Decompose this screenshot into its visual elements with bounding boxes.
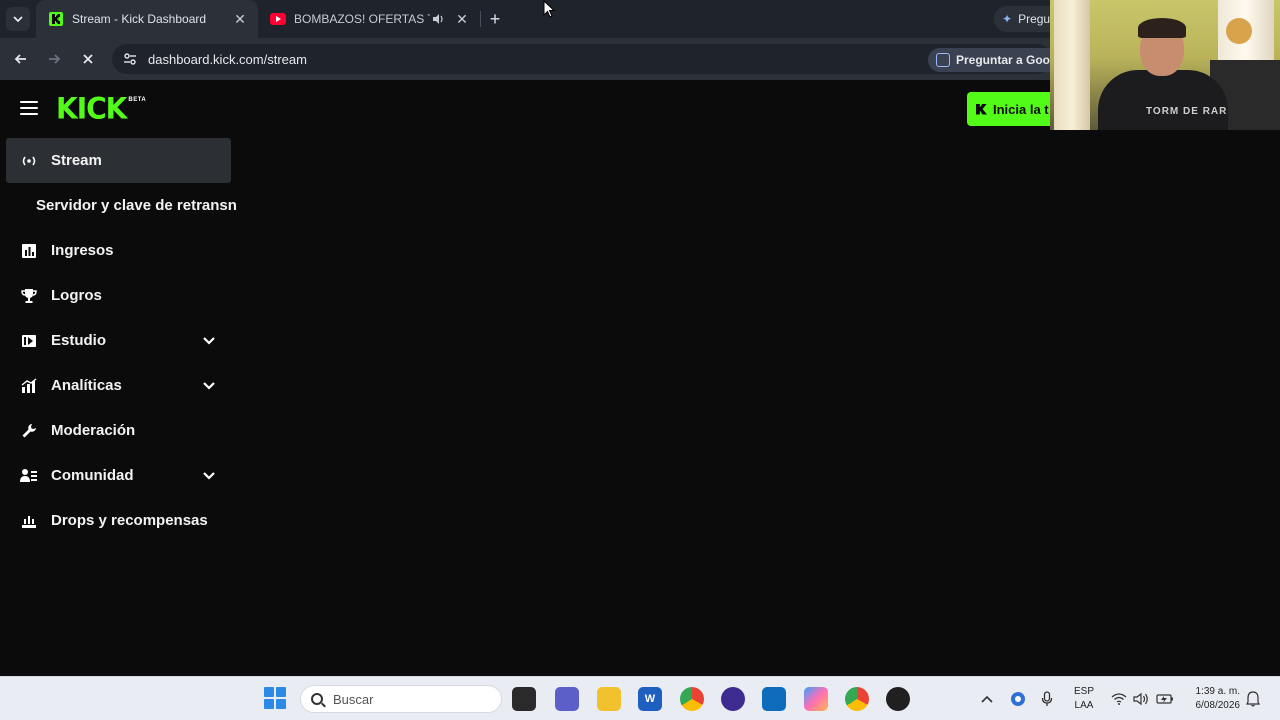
studio-icon xyxy=(19,331,39,351)
chrome-icon[interactable] xyxy=(680,687,704,711)
sidebar-item-estudio[interactable]: Estudio xyxy=(6,318,246,363)
sidebar-item-label: Logros xyxy=(51,287,102,304)
beta-badge: BETA xyxy=(128,97,147,103)
shield-icon[interactable] xyxy=(1010,677,1026,720)
gemini-label: Pregu xyxy=(1018,12,1051,26)
chevron-down-icon xyxy=(13,16,23,23)
kick-logo[interactable]: KICK BETA xyxy=(56,91,147,126)
menu-icon[interactable] xyxy=(20,101,38,115)
word-icon[interactable]: W xyxy=(638,687,662,711)
obs-icon[interactable] xyxy=(886,687,910,711)
sidebar-item-label: Estudio xyxy=(51,332,106,349)
close-icon xyxy=(83,54,93,64)
sidebar-item-label: Servidor y clave de retransn xyxy=(36,197,237,214)
lens-icon xyxy=(936,53,950,67)
gemini-sparkle-icon: ✦ xyxy=(1002,12,1013,26)
volume-icon[interactable] xyxy=(1133,677,1149,720)
drops-icon xyxy=(19,511,39,531)
sidebar-item-label: Ingresos xyxy=(51,242,114,259)
arrow-left-icon xyxy=(14,54,26,64)
sidebar-item-label: Stream xyxy=(51,152,102,169)
arrow-right-icon xyxy=(49,54,61,64)
close-icon[interactable]: ✕ xyxy=(452,9,472,29)
sidebar-item-moderacion[interactable]: Moderación xyxy=(6,408,246,453)
sidebar-item-label: Drops y recompensas xyxy=(51,512,208,529)
chevron-down-icon[interactable] xyxy=(200,377,218,395)
battery-icon[interactable] xyxy=(1156,677,1174,720)
kick-dashboard-page: KICK BETA Inicia la t Stream Servidor y … xyxy=(0,80,1280,676)
chrome-active-icon[interactable] xyxy=(845,687,869,711)
sidebar-item-drops[interactable]: Drops y recompensas xyxy=(6,498,246,543)
url-text: dashboard.kick.com/stream xyxy=(148,51,307,67)
sidebar-item-label: Comunidad xyxy=(51,467,134,484)
tab-title: BOMBAZOS! OFERTAS TRAS xyxy=(294,12,430,26)
tab-search-button[interactable] xyxy=(6,7,30,31)
forward-button[interactable] xyxy=(42,47,66,71)
tab-separator xyxy=(480,11,481,27)
bar-chart-icon xyxy=(19,241,39,261)
language-layout: LAA xyxy=(1074,700,1094,711)
tab-title: Stream - Kick Dashboard xyxy=(72,12,207,26)
taskbar-search-placeholder: Buscar xyxy=(333,691,374,707)
sidebar-item-comunidad[interactable]: Comunidad xyxy=(6,453,246,498)
back-button[interactable] xyxy=(9,47,33,71)
webcam-person-body xyxy=(1098,70,1228,130)
mouse-cursor-icon xyxy=(543,0,555,18)
webcam-toy xyxy=(1226,18,1252,44)
sidebar-item-server-key[interactable]: Servidor y clave de retransn xyxy=(6,183,246,228)
copilot-icon[interactable] xyxy=(804,687,828,711)
broadcast-icon xyxy=(19,151,39,171)
tab-youtube[interactable]: BOMBAZOS! OFERTAS TRAS ✕ xyxy=(258,0,480,38)
language-indicator[interactable]: ESP LAA xyxy=(1072,677,1096,720)
site-settings-icon[interactable] xyxy=(122,51,138,67)
webcam-column xyxy=(1054,0,1090,130)
close-icon[interactable]: ✕ xyxy=(230,9,250,29)
cortana-icon[interactable] xyxy=(721,687,745,711)
sidebar-item-analiticas[interactable]: Analíticas xyxy=(6,363,246,408)
sidebar-item-stream[interactable]: Stream xyxy=(6,138,231,183)
address-bar[interactable]: dashboard.kick.com/stream xyxy=(112,44,1052,74)
webcam-overlay: TORM DE RAR xyxy=(1050,0,1280,130)
youtube-favicon-icon xyxy=(270,11,286,27)
clock-time: 1:39 a. m. xyxy=(1195,686,1240,697)
sidebar-item-ingresos[interactable]: Ingresos xyxy=(6,228,246,273)
logo-text: KICK xyxy=(56,91,127,126)
ask-google-label: Preguntar a Goog xyxy=(956,53,1058,67)
webcam-person-hair xyxy=(1138,18,1186,38)
ask-google-button[interactable]: Preguntar a Goog xyxy=(928,48,1068,72)
microphone-icon[interactable] xyxy=(1041,677,1053,720)
taskbar-search[interactable]: Buscar xyxy=(300,685,502,713)
new-tab-button[interactable]: + xyxy=(484,8,506,30)
kick-k-icon xyxy=(976,103,987,115)
chevron-down-icon[interactable] xyxy=(200,467,218,485)
kick-favicon-icon xyxy=(48,11,64,27)
clock[interactable]: 1:39 a. m. 6/08/2026 xyxy=(1184,677,1241,720)
teams-icon[interactable] xyxy=(555,687,579,711)
analytics-icon xyxy=(19,376,39,396)
start-stream-label: Inicia la t xyxy=(993,101,1049,117)
sidebar-item-label: Analíticas xyxy=(51,377,122,394)
task-view-icon[interactable] xyxy=(512,687,536,711)
windows-taskbar: Buscar W ESP LAA 1:39 a. m. 6/08/2026 xyxy=(0,676,1280,720)
clock-date: 6/08/2026 xyxy=(1195,700,1241,711)
community-icon xyxy=(19,466,39,486)
trophy-icon xyxy=(19,286,39,306)
search-icon xyxy=(311,693,323,705)
windows-start-icon[interactable] xyxy=(264,687,286,709)
notification-bell-icon[interactable] xyxy=(1246,677,1260,720)
speaker-icon[interactable] xyxy=(430,11,446,27)
tab-kick-dashboard[interactable]: Stream - Kick Dashboard ✕ xyxy=(36,0,258,38)
wifi-icon[interactable] xyxy=(1111,677,1127,720)
chevron-up-icon[interactable] xyxy=(980,677,994,720)
store-icon[interactable] xyxy=(762,687,786,711)
chevron-down-icon[interactable] xyxy=(200,332,218,350)
webcam-shirt-print: TORM DE RAR xyxy=(1146,106,1228,117)
sidebar-item-logros[interactable]: Logros xyxy=(6,273,246,318)
language-code: ESP xyxy=(1073,686,1094,697)
sidebar-nav: Stream Servidor y clave de retransn Ingr… xyxy=(6,138,246,543)
stop-loading-button[interactable] xyxy=(76,47,100,71)
file-explorer-icon[interactable] xyxy=(597,687,621,711)
sidebar-item-label: Moderación xyxy=(51,422,136,439)
wrench-icon xyxy=(19,421,39,441)
